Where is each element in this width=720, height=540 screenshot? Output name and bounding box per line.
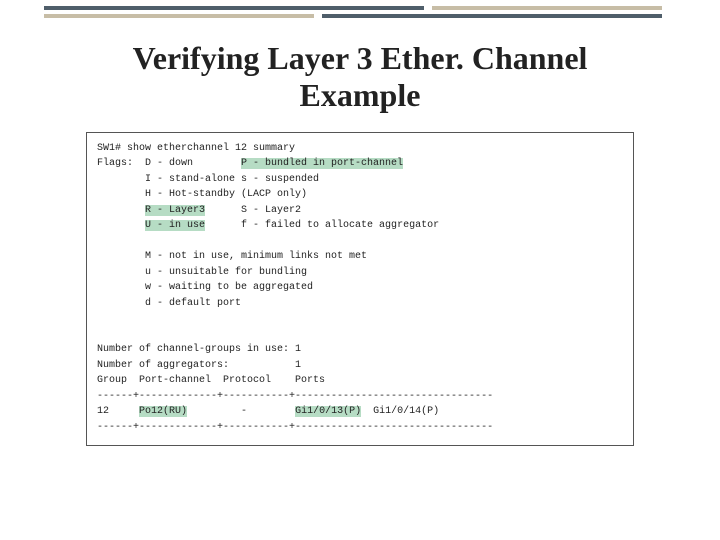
command-text: show etherchannel 12 summary <box>127 143 295 154</box>
table-rule: ------+-------------+-----------+-------… <box>97 391 493 402</box>
prompt: SW1# <box>97 143 127 154</box>
table-header: Group Port-channel Protocol Ports <box>97 375 325 386</box>
flag-S: S - Layer2 <box>205 205 301 216</box>
flag-line: w - waiting to be aggregated <box>97 282 313 293</box>
title-line-1: Verifying Layer 3 Ether. Channel <box>133 40 588 76</box>
table-rule: ------+-------------+-----------+-------… <box>97 422 493 433</box>
terminal-output: SW1# show etherchannel 12 summary Flags:… <box>97 141 623 436</box>
row-port-1: Gi1/0/13(P) <box>295 406 361 417</box>
flag-line: I - stand-alone s - suspended <box>97 174 319 185</box>
flag-f: f - failed to allocate aggregator <box>205 220 439 231</box>
row-port-2: Gi1/0/14(P) <box>361 406 439 417</box>
page-title: Verifying Layer 3 Ether. Channel Example <box>40 40 680 114</box>
title-line-2: Example <box>300 77 421 113</box>
indent <box>97 205 145 216</box>
accent-bar <box>432 6 662 10</box>
flags-line: Flags: D - down <box>97 158 241 169</box>
flag-R: R - Layer3 <box>145 205 205 216</box>
terminal-output-box: SW1# show etherchannel 12 summary Flags:… <box>86 132 634 447</box>
accent-bar <box>322 14 662 18</box>
row-protocol: - <box>187 406 295 417</box>
row-group: 12 <box>97 406 139 417</box>
header-accent-bars <box>44 6 672 18</box>
flag-line: H - Hot-standby (LACP only) <box>97 189 307 200</box>
flag-line: d - default port <box>97 298 241 309</box>
row-port-channel: Po12(RU) <box>139 406 187 417</box>
summary-line: Number of channel-groups in use: 1 <box>97 344 301 355</box>
flag-line: M - not in use, minimum links not met <box>97 251 367 262</box>
flag-U: U - in use <box>145 220 205 231</box>
indent <box>97 220 145 231</box>
accent-bar <box>44 14 314 18</box>
summary-line: Number of aggregators: 1 <box>97 360 301 371</box>
flag-P: P - bundled in port-channel <box>241 158 403 169</box>
accent-bar <box>44 6 424 10</box>
flag-line: u - unsuitable for bundling <box>97 267 307 278</box>
slide: Verifying Layer 3 Ether. Channel Example… <box>0 0 720 540</box>
